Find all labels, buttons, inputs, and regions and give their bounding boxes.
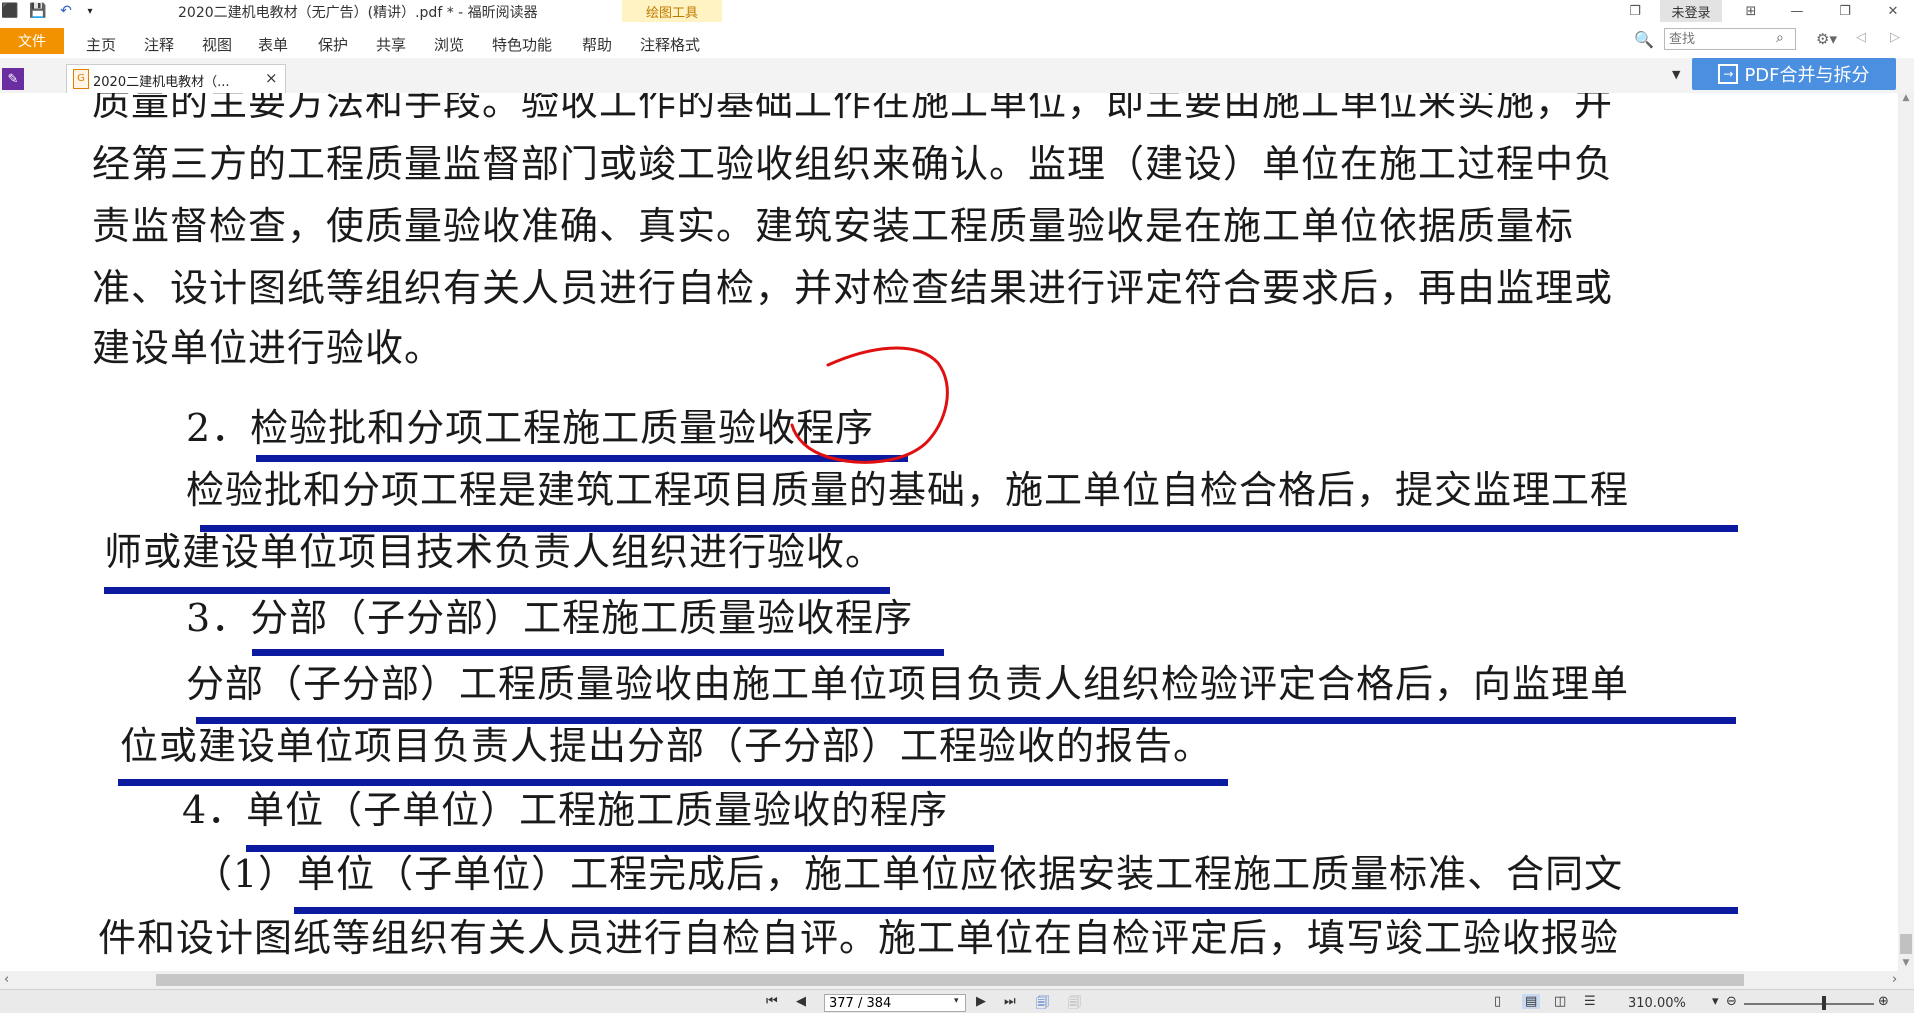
- previous-page-icon[interactable]: ◀: [796, 994, 806, 1009]
- zoom-in-icon[interactable]: ⊕: [1878, 994, 1889, 1009]
- pdf-merge-split-label: PDF合并与拆分: [1744, 65, 1870, 86]
- menu-protect[interactable]: 保护: [318, 34, 348, 55]
- menu-special-features[interactable]: 特色功能: [492, 34, 552, 55]
- previous-view-icon[interactable]: 🗐: [1036, 994, 1049, 1016]
- layout-icon[interactable]: ⊞: [1732, 0, 1770, 22]
- close-window-button[interactable]: ✕: [1874, 0, 1912, 22]
- scroll-down-icon[interactable]: ▼: [1898, 958, 1914, 972]
- menu-form[interactable]: 表单: [258, 34, 288, 55]
- start-page-icon[interactable]: ✎: [2, 68, 24, 90]
- tab-document[interactable]: G 2020二建机电教材（... ×: [66, 64, 286, 93]
- menu-comment[interactable]: 注释: [144, 34, 174, 55]
- continuous-view-icon[interactable]: ▤: [1522, 994, 1541, 1009]
- zoom-slider-thumb[interactable]: [1822, 996, 1826, 1010]
- horizontal-scroll-thumb[interactable]: [156, 974, 1744, 986]
- pdf-merge-split-button[interactable]: → PDF合并与拆分: [1692, 58, 1896, 90]
- zoom-out-icon[interactable]: ⊖: [1726, 994, 1737, 1009]
- nav-forward-icon[interactable]: ▷: [1890, 30, 1900, 45]
- red-ink-stroke[interactable]: [790, 346, 949, 464]
- tab-document-label: 2020二建机电教材（...: [93, 75, 230, 90]
- next-page-icon[interactable]: ▶: [976, 994, 986, 1009]
- minimize-button[interactable]: —: [1778, 0, 1816, 22]
- continuous-facing-view-icon[interactable]: ☰: [1584, 994, 1596, 1009]
- menu-home[interactable]: 主页: [86, 34, 116, 55]
- next-view-icon[interactable]: 🗐: [1068, 994, 1081, 1016]
- vertical-scroll-thumb[interactable]: [1900, 934, 1912, 954]
- menu-file[interactable]: 文件: [0, 28, 64, 54]
- page-dropdown-icon[interactable]: ▾: [954, 996, 959, 1006]
- tab-list-dropdown-icon[interactable]: ▼: [1672, 68, 1680, 81]
- tab-strip: [0, 58, 1914, 94]
- folder-search-icon[interactable]: 🔍: [1634, 30, 1654, 49]
- search-icon[interactable]: ⌕: [1776, 30, 1784, 46]
- zoom-dropdown-icon[interactable]: ▾: [1712, 994, 1719, 1009]
- scroll-right-icon[interactable]: ›: [1892, 972, 1897, 987]
- merge-icon: →: [1718, 64, 1739, 84]
- page-number-input[interactable]: [824, 994, 966, 1012]
- share-window-icon[interactable]: ❐: [1616, 0, 1654, 22]
- tab-close-icon[interactable]: ×: [265, 69, 278, 87]
- gear-icon[interactable]: ⚙▾: [1816, 30, 1837, 48]
- menu-comment-format[interactable]: 注释格式: [640, 34, 700, 55]
- document-view[interactable]: 质量的主要方法和手段。验收工作的基础工作在施工单位，即主要由施工单位来实施，并 …: [0, 93, 1898, 971]
- foxit-logo-icon: ⬛: [1, 3, 19, 19]
- restore-button[interactable]: ❐: [1826, 0, 1864, 22]
- window-title: 2020二建机电教材（无广告）(精讲）.pdf * - 福昕阅读器: [178, 5, 538, 21]
- save-icon[interactable]: 💾: [28, 1, 48, 21]
- zoom-slider[interactable]: [1744, 1003, 1874, 1005]
- nav-back-icon[interactable]: ◁: [1856, 30, 1866, 45]
- menu-view[interactable]: 视图: [202, 34, 232, 55]
- quick-access-dropdown-icon[interactable]: ▾: [80, 1, 100, 21]
- first-page-icon[interactable]: ⏮: [766, 994, 778, 1009]
- menu-help[interactable]: 帮助: [582, 34, 612, 55]
- login-button[interactable]: 未登录: [1660, 0, 1722, 22]
- menu-browse[interactable]: 浏览: [434, 34, 464, 55]
- pencil-annotation[interactable]: [0, 93, 1898, 971]
- single-page-view-icon[interactable]: ▯: [1494, 994, 1501, 1009]
- vertical-scrollbar[interactable]: [1898, 93, 1914, 971]
- menu-share[interactable]: 共享: [376, 34, 406, 55]
- facing-view-icon[interactable]: ◫: [1554, 994, 1566, 1009]
- scroll-left-icon[interactable]: ‹: [4, 972, 9, 987]
- undo-icon[interactable]: ↶: [56, 1, 76, 21]
- last-page-icon[interactable]: ⏭: [1004, 994, 1016, 1009]
- scroll-up-icon[interactable]: ▲: [1898, 93, 1914, 107]
- drawing-tools-context-tab[interactable]: 绘图工具: [622, 0, 722, 22]
- zoom-level[interactable]: 310.00%: [1628, 996, 1686, 1011]
- pdf-file-icon: G: [73, 69, 89, 89]
